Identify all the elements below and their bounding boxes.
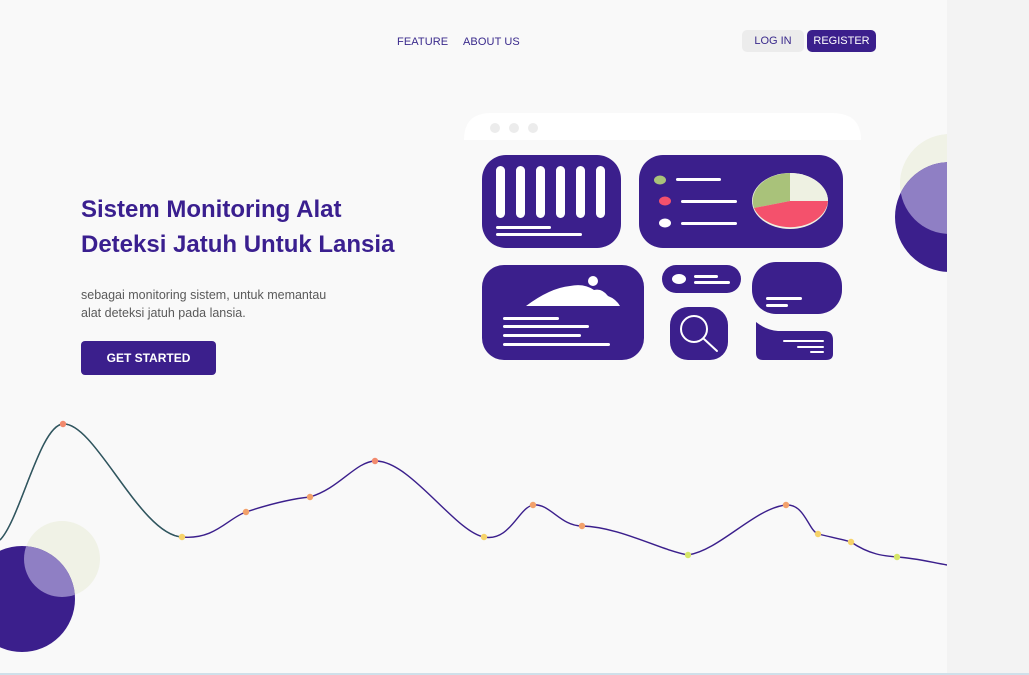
get-started-button[interactable]: GET STARTED: [81, 341, 216, 375]
register-button[interactable]: REGISTER: [807, 30, 876, 52]
landing-page: FEATURE ABOUT US LOG IN REGISTER Sistem …: [0, 0, 947, 675]
browser-window-icon: [464, 113, 861, 140]
wave-line-graphic: [0, 420, 947, 566]
note-card-icon: [756, 322, 833, 360]
decorative-overlap-right: [900, 162, 947, 234]
nav-feature-link[interactable]: FEATURE: [397, 36, 448, 48]
search-magnifier-icon: [670, 307, 728, 360]
hero-subtitle: sebagai monitoring sistem, untuk memanta…: [81, 288, 327, 320]
chat-bubble-icon: [752, 262, 842, 314]
right-gutter: [947, 0, 1029, 675]
nav-about-us-link[interactable]: ABOUT US: [463, 36, 520, 48]
hero-title: Sistem Monitoring Alat Deteksi Jatuh Unt…: [81, 196, 395, 258]
bar-columns-icon: [482, 155, 621, 248]
image-landscape-icon: [482, 265, 644, 360]
pie-chart-icon: [639, 155, 843, 248]
dashboard-illustration: [464, 113, 861, 360]
decorative-circles-left: [0, 521, 100, 652]
login-button[interactable]: LOG IN: [742, 30, 804, 52]
list-pill-icon: [662, 265, 741, 293]
